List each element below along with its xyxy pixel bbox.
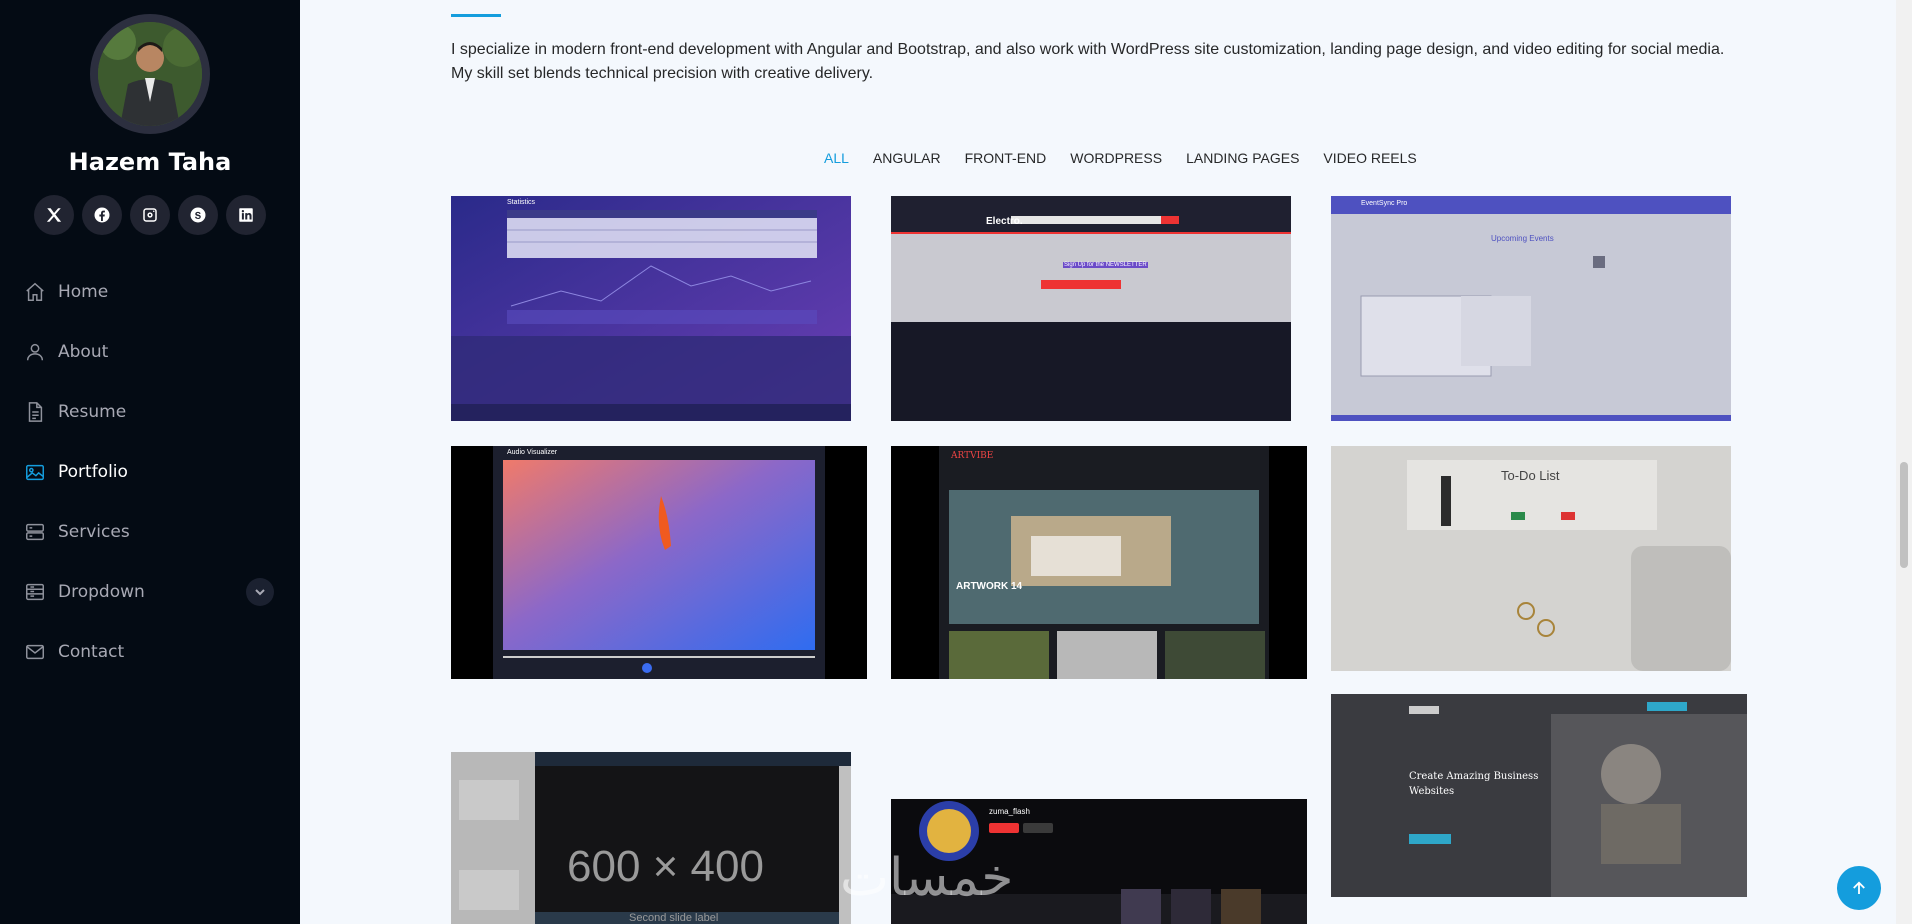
nav-label-services: Services bbox=[58, 522, 130, 542]
facebook-link[interactable] bbox=[82, 195, 122, 235]
images-icon bbox=[26, 464, 44, 481]
nav-item-resume[interactable]: Resume bbox=[0, 382, 300, 442]
electro-thumbnail bbox=[891, 196, 1291, 421]
instagram-link[interactable] bbox=[130, 195, 170, 235]
statistics-title: Statistics bbox=[507, 199, 536, 206]
filter-front-end[interactable]: FRONT-END bbox=[953, 150, 1059, 166]
filter-wordpress[interactable]: WORDPRESS bbox=[1058, 150, 1174, 166]
chevron-down-icon bbox=[255, 589, 265, 596]
facebook-icon bbox=[94, 207, 110, 223]
todo-list-title: To-Do List bbox=[1501, 468, 1560, 483]
carousel-slide-label: Second slide label bbox=[629, 912, 719, 924]
skype-icon bbox=[190, 207, 206, 223]
x-twitter-icon bbox=[46, 208, 62, 222]
nav-label-dropdown: Dropdown bbox=[58, 582, 145, 602]
nav-label-resume: Resume bbox=[58, 402, 127, 422]
linkedin-icon bbox=[239, 208, 253, 222]
portfolio-item-todo-list[interactable]: To-Do List bbox=[1331, 446, 1731, 671]
nav-label-portfolio: Portfolio bbox=[58, 462, 128, 482]
x-twitter-link[interactable] bbox=[34, 195, 74, 235]
main-nav: Home About Resume Portfolio Services Dro… bbox=[0, 262, 300, 682]
sidebar: Hazem Taha Home About Resume Portfolio S… bbox=[0, 0, 300, 924]
portfolio-item-artvibe[interactable]: ARTVIBE ARTWORK 14 bbox=[891, 446, 1307, 679]
skype-link[interactable] bbox=[178, 195, 218, 235]
arrow-up-icon bbox=[1853, 881, 1865, 894]
nav-label-about: About bbox=[58, 342, 109, 362]
social-links bbox=[34, 195, 266, 235]
back-to-top-button[interactable] bbox=[1837, 866, 1881, 910]
eventsync-upcoming: Upcoming Events bbox=[1491, 234, 1554, 243]
zuma-username: zuma_flash bbox=[989, 807, 1030, 816]
envelope-icon bbox=[26, 644, 44, 660]
watermark-text: خمسات bbox=[840, 848, 1014, 908]
scrollbar-thumb[interactable] bbox=[1900, 462, 1908, 568]
audio-visualizer-title: Audio Visualizer bbox=[507, 449, 558, 456]
agency-headline: Create Amazing Business Websites bbox=[1409, 771, 1539, 797]
filter-all[interactable]: ALL bbox=[812, 150, 861, 166]
nav-label-contact: Contact bbox=[58, 642, 125, 662]
person-icon bbox=[26, 343, 44, 361]
hdd-stack-icon bbox=[26, 523, 44, 541]
artvibe-logo: ARTVIBE bbox=[951, 451, 994, 461]
nav-item-services[interactable]: Services bbox=[0, 502, 300, 562]
portfolio-item-statistics[interactable]: Statistics bbox=[451, 196, 851, 421]
filter-angular[interactable]: ANGULAR bbox=[861, 150, 953, 166]
avatar-image bbox=[98, 22, 202, 126]
artvibe-thumbnail bbox=[891, 446, 1307, 679]
filter-video-reels[interactable]: VIDEO REELS bbox=[1311, 150, 1428, 166]
portfolio-item-eventsync[interactable]: EventSync Pro Upcoming Events bbox=[1331, 196, 1731, 421]
nav-item-dropdown[interactable]: Dropdown bbox=[0, 562, 300, 622]
artvibe-artwork-title: ARTWORK 14 bbox=[956, 581, 1023, 592]
electro-logo: Electro. bbox=[986, 216, 1023, 227]
instagram-icon bbox=[143, 208, 157, 222]
nav-item-about[interactable]: About bbox=[0, 322, 300, 382]
electro-newsletter-text: Sign Up for the NEWSLETTER bbox=[1063, 262, 1148, 268]
filter-landing-pages[interactable]: LANDING PAGES bbox=[1174, 150, 1311, 166]
file-text-icon bbox=[28, 402, 43, 422]
portfolio-intro: I specialize in modern front-end develop… bbox=[451, 41, 1725, 82]
portfolio-item-audio-visualizer[interactable]: Audio Visualizer bbox=[451, 446, 867, 679]
portfolio-item-electro[interactable]: Electro. Sign Up for the NEWSLETTER bbox=[891, 196, 1291, 421]
section-title-underline bbox=[451, 14, 501, 17]
nav-item-portfolio[interactable]: Portfolio bbox=[0, 442, 300, 502]
portfolio-item-carousel[interactable]: 600 × 400 Second slide label bbox=[451, 752, 851, 924]
nav-item-home[interactable]: Home bbox=[0, 262, 300, 322]
menu-list-icon bbox=[26, 583, 44, 601]
audio-visualizer-thumbnail bbox=[451, 446, 867, 679]
carousel-thumbnail bbox=[451, 752, 851, 924]
carousel-placeholder: 600 × 400 bbox=[567, 842, 764, 891]
page-scrollbar[interactable] bbox=[1896, 0, 1912, 924]
profile-avatar bbox=[90, 14, 210, 134]
portfolio-item-digital-agency[interactable]: Create Amazing Business Websites bbox=[1331, 694, 1747, 897]
nav-item-contact[interactable]: Contact bbox=[0, 622, 300, 682]
nav-label-home: Home bbox=[58, 282, 109, 302]
dropdown-toggle[interactable] bbox=[246, 578, 274, 606]
statistics-thumbnail bbox=[451, 196, 851, 421]
house-icon bbox=[26, 282, 44, 301]
profile-name: Hazem Taha bbox=[68, 148, 232, 176]
eventsync-title: EventSync Pro bbox=[1361, 200, 1408, 207]
eventsync-thumbnail bbox=[1331, 196, 1731, 421]
linkedin-link[interactable] bbox=[226, 195, 266, 235]
portfolio-filters: ALL ANGULAR FRONT-END WORDPRESS LANDING … bbox=[812, 150, 1429, 166]
